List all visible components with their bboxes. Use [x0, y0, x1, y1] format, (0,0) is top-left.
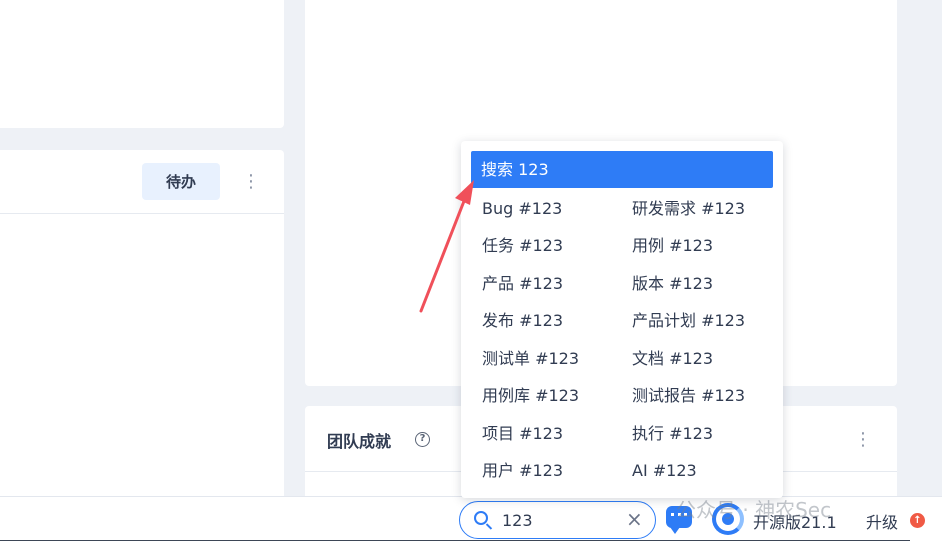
search-suggestion-story[interactable]: 研发需求 #123: [632, 197, 745, 221]
upgrade-badge-icon[interactable]: ↑: [910, 513, 925, 528]
todo-card-header: 待办 ⋮: [0, 150, 284, 214]
search-suggestion-bug[interactable]: Bug #123: [482, 197, 562, 221]
bottom-divider: [0, 540, 910, 541]
global-search-box[interactable]: ×: [459, 501, 656, 539]
help-icon[interactable]: ?: [415, 432, 430, 447]
search-suggestion-active[interactable]: 搜索 123: [471, 151, 773, 188]
search-suggestion-build[interactable]: 版本 #123: [632, 272, 713, 296]
search-suggestion-release[interactable]: 发布 #123: [482, 309, 563, 333]
search-icon: [474, 511, 488, 525]
clear-icon[interactable]: ×: [626, 508, 643, 530]
todo-tab-button[interactable]: 待办: [142, 163, 220, 200]
more-vertical-icon[interactable]: ⋮: [853, 428, 873, 452]
search-suggestion-user[interactable]: 用户 #123: [482, 459, 563, 483]
search-suggestion-project[interactable]: 项目 #123: [482, 422, 563, 446]
search-suggestion-task[interactable]: 任务 #123: [482, 234, 563, 258]
watermark: 公众号 · 神农Sec: [676, 498, 832, 522]
upgrade-link[interactable]: 升级: [866, 509, 898, 533]
more-vertical-icon[interactable]: ⋮: [241, 170, 261, 194]
team-card-title: 团队成就: [327, 432, 392, 451]
search-input[interactable]: [502, 508, 612, 532]
todo-card: 待办 ⋮: [0, 150, 284, 510]
search-suggestion-testreport[interactable]: 测试报告 #123: [632, 384, 745, 408]
top-left-card: [0, 0, 284, 128]
search-suggestion-product[interactable]: 产品 #123: [482, 272, 563, 296]
search-suggestion-caselib[interactable]: 用例库 #123: [482, 384, 579, 408]
search-suggestion-productplan[interactable]: 产品计划 #123: [632, 309, 745, 333]
search-suggestion-dropdown: 搜索 123 Bug #123 研发需求 #123 任务 #123 用例 #12…: [461, 141, 783, 498]
search-suggestion-execution[interactable]: 执行 #123: [632, 422, 713, 446]
search-suggestion-ai[interactable]: AI #123: [632, 459, 697, 483]
search-suggestion-case[interactable]: 用例 #123: [632, 234, 713, 258]
search-suggestion-doc[interactable]: 文档 #123: [632, 347, 713, 371]
search-suggestion-testtask[interactable]: 测试单 #123: [482, 347, 579, 371]
